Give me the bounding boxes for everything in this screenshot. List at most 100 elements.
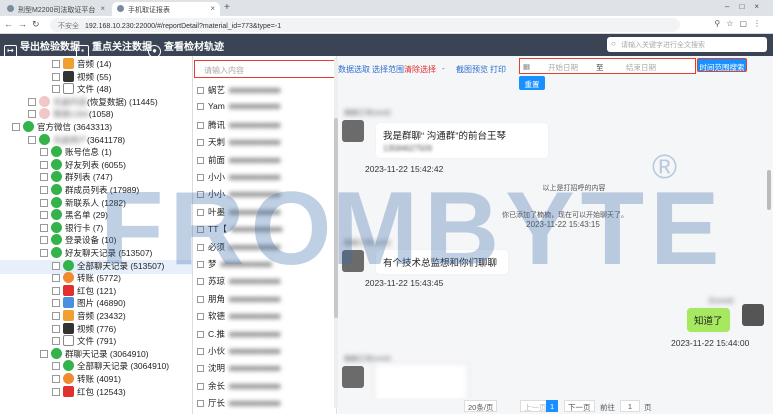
select-range-link[interactable]: 选择范围 <box>372 64 404 75</box>
tree-checkbox[interactable] <box>40 173 48 182</box>
contact-list-item[interactable]: 小小 ■■■■■■■■■■ <box>197 171 327 185</box>
start-date-input[interactable]: 开始日期 <box>548 62 578 73</box>
contact-checkbox[interactable] <box>197 243 204 251</box>
contact-checkbox[interactable] <box>197 330 204 338</box>
tree-checkbox[interactable] <box>52 85 60 94</box>
contact-checkbox[interactable] <box>197 174 204 181</box>
focus-data-button[interactable]: ▪ 重点关注数据 <box>76 38 152 58</box>
scrollbar-thumb[interactable] <box>767 170 771 210</box>
time-range-search-button[interactable]: 时间范围搜索 <box>697 58 747 72</box>
chat-scrollbar[interactable] <box>767 110 771 410</box>
date-range-picker[interactable]: ▦ 开始日期 至 结束日期 <box>519 58 696 74</box>
print-link[interactable]: 打印 <box>490 64 506 75</box>
capture-preview-link[interactable]: 截图预览 <box>456 64 488 75</box>
page-number[interactable]: 1 <box>546 400 559 412</box>
window-controls[interactable]: –□× <box>725 2 769 11</box>
tree-item[interactable]: 红包 (12543) <box>0 385 192 400</box>
contact-list-item[interactable]: 朋角 ■■■■■■■■■■ <box>197 293 327 307</box>
contact-checkbox[interactable] <box>197 87 204 94</box>
tree-checkbox[interactable] <box>40 249 48 257</box>
clear-select-link[interactable]: 清除选择 <box>404 64 436 75</box>
select-data-link[interactable]: 数据选取 <box>338 64 370 75</box>
new-tab-icon[interactable]: + <box>224 2 230 13</box>
contact-list-item[interactable]: 厅长 ■■■■■■■■■■ <box>197 397 327 411</box>
contact-list-item[interactable]: 腾讯 ■■■■■■■■■■ <box>197 119 327 133</box>
contact-checkbox[interactable] <box>197 121 204 129</box>
tree-item-label: (1058) <box>88 109 114 120</box>
contact-list-item[interactable]: 小小 ■■■■■■■■■■ <box>197 188 327 202</box>
message-image[interactable] <box>374 363 468 398</box>
page-size-select[interactable]: 20条/页 <box>464 400 498 412</box>
contact-checkbox[interactable] <box>197 365 204 373</box>
tree-checkbox[interactable] <box>28 97 36 106</box>
tree-checkbox[interactable] <box>52 312 60 320</box>
contact-list-item[interactable]: 小伙 ■■■■■■■■■■ <box>197 345 327 359</box>
close-icon[interactable]: × <box>100 4 105 13</box>
contact-checkbox[interactable] <box>197 139 204 147</box>
tree-checkbox[interactable] <box>40 223 48 232</box>
contact-checkbox[interactable] <box>197 400 204 408</box>
contact-search-input[interactable]: 请输入内容 <box>194 60 335 78</box>
forward-icon[interactable]: → <box>18 19 27 29</box>
contact-checkbox[interactable] <box>197 261 204 268</box>
contact-list-item[interactable]: TT【 ■■■■■■■■■■ <box>197 223 327 237</box>
tree-checkbox[interactable] <box>40 186 48 194</box>
reload-icon[interactable]: ↻ <box>32 19 40 30</box>
browser-tab-2[interactable]: 手机取证报表 × <box>112 2 220 16</box>
end-date-input[interactable]: 结束日期 <box>626 62 656 73</box>
tree-checkbox[interactable] <box>52 299 60 308</box>
next-page-button[interactable]: 下一页 <box>564 400 595 412</box>
tree-checkbox[interactable] <box>52 72 60 81</box>
tree-checkbox[interactable] <box>12 123 20 131</box>
tree-checkbox[interactable] <box>28 135 36 144</box>
contact-list-item[interactable]: 沈明 ■■■■■■■■■■ <box>197 362 327 376</box>
tree-checkbox[interactable] <box>28 110 36 119</box>
contact-list-item[interactable]: 梦 ■■■■■■■■■■ <box>197 258 327 272</box>
contact-checkbox[interactable] <box>197 382 204 390</box>
tree-checkbox[interactable] <box>52 375 60 383</box>
tree-checkbox[interactable] <box>52 362 60 371</box>
tree-checkbox[interactable] <box>40 160 48 169</box>
tree-checkbox[interactable] <box>52 337 60 346</box>
view-track-button[interactable]: ● 查看检材轨迹 <box>148 38 224 58</box>
browser-tab-1[interactable]: 刑型M2200司法取证平台 × <box>2 2 110 16</box>
url-field[interactable]: 不安全 192.168.10.230:22000/#/reportDetail?… <box>50 18 680 32</box>
tree-checkbox[interactable] <box>52 60 60 68</box>
tree-checkbox[interactable] <box>52 261 60 270</box>
tree-checkbox[interactable] <box>40 236 48 245</box>
contact-list-item[interactable]: Yam ■■■■■■■■■■ <box>197 101 327 115</box>
contact-list-item[interactable]: 必须 ■■■■■■■■■■ <box>197 241 327 255</box>
contact-list-item[interactable]: 苏琼 ■■■■■■■■■■ <box>197 275 327 289</box>
contact-checkbox[interactable] <box>197 226 204 234</box>
contact-checkbox[interactable] <box>197 103 204 111</box>
contact-list-item[interactable]: 天刺 ■■■■■■■■■■ <box>197 136 327 150</box>
export-button[interactable]: ↦ 导出检验数据 <box>4 38 80 58</box>
contact-list-item[interactable]: 软德 ■■■■■■■■■■ <box>197 310 327 324</box>
contact-checkbox[interactable] <box>197 191 204 199</box>
tree-checkbox[interactable] <box>52 274 60 283</box>
contact-checkbox[interactable] <box>197 156 204 164</box>
tree-checkbox[interactable] <box>52 387 60 396</box>
contact-checkbox[interactable] <box>197 295 204 303</box>
contact-checkbox[interactable] <box>197 313 204 321</box>
back-icon[interactable]: ← <box>4 19 13 29</box>
contact-list-item[interactable]: 前面 ■■■■■■■■■■ <box>197 154 327 168</box>
tree-checkbox[interactable] <box>40 349 48 358</box>
contact-list-item[interactable]: 蜗艺 ■■■■■■■■■■ <box>197 84 327 98</box>
contact-list-item[interactable]: C.推 ■■■■■■■■■■ <box>197 328 327 342</box>
contact-checkbox[interactable] <box>197 278 204 286</box>
browser-toolbar-icons[interactable]: ⚲☆▢⋮ <box>714 19 767 28</box>
tree-checkbox[interactable] <box>40 198 48 207</box>
tree-checkbox[interactable] <box>40 148 48 157</box>
tree-checkbox[interactable] <box>52 286 60 295</box>
tree-checkbox[interactable] <box>52 324 60 333</box>
reset-button[interactable]: 重置 <box>519 76 545 90</box>
contact-checkbox[interactable] <box>197 348 204 355</box>
close-icon[interactable]: × <box>210 4 215 13</box>
fulltext-search-input[interactable]: ○ 请输入关键字进行全文搜索 <box>607 37 767 52</box>
contact-list-item[interactable]: 余长 ■■■■■■■■■■ <box>197 380 327 394</box>
tree-checkbox[interactable] <box>40 211 48 220</box>
contact-checkbox[interactable] <box>197 208 204 216</box>
contact-list-item[interactable]: 叶墨 ■■■■■■■■■■ <box>197 206 327 220</box>
goto-page-input[interactable]: 1 <box>620 400 640 412</box>
